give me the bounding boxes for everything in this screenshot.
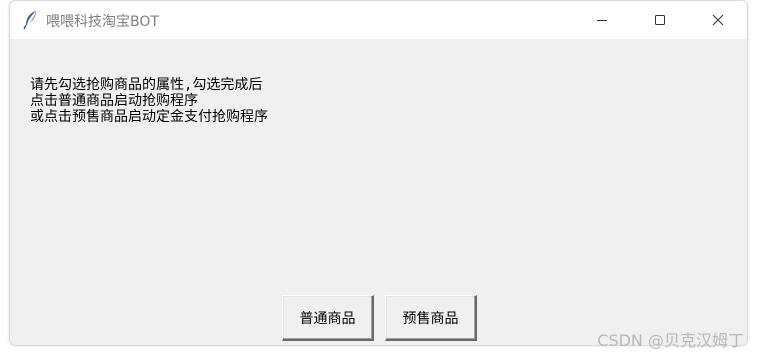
csdn-watermark: CSDN @贝克汉姆丁 (597, 331, 744, 350)
instruction-line: 点击普通商品启动抢购程序 (30, 93, 198, 109)
feather-icon (23, 10, 39, 30)
instruction-line: 或点击预售商品启动定金支付抢购程序 (30, 109, 268, 125)
maximize-button[interactable] (631, 1, 689, 39)
instruction-line: 请先勾选抢购商品的属性,勾选完成后 (30, 77, 263, 93)
close-icon (712, 11, 724, 30)
minimize-icon (596, 11, 608, 30)
minimize-button[interactable] (573, 1, 631, 39)
content-area: 请先勾选抢购商品的属性,勾选完成后 点击普通商品启动抢购程序 或点击预售商品启动… (10, 39, 747, 345)
title-bar[interactable]: 喂喂科技淘宝BOT (10, 1, 747, 39)
close-button[interactable] (689, 1, 747, 39)
instruction-text: 请先勾选抢购商品的属性,勾选完成后 点击普通商品启动抢购程序 或点击预售商品启动… (30, 77, 268, 125)
app-window: 喂喂科技淘宝BOT 请先勾选抢购商品的属性,勾选完成后 点击普通商品启动抢购程序… (9, 0, 748, 346)
presale-product-button[interactable]: 预售商品 (385, 295, 477, 341)
window-title: 喂喂科技淘宝BOT (46, 14, 159, 30)
normal-product-button[interactable]: 普通商品 (282, 295, 374, 341)
maximize-icon (654, 11, 666, 30)
